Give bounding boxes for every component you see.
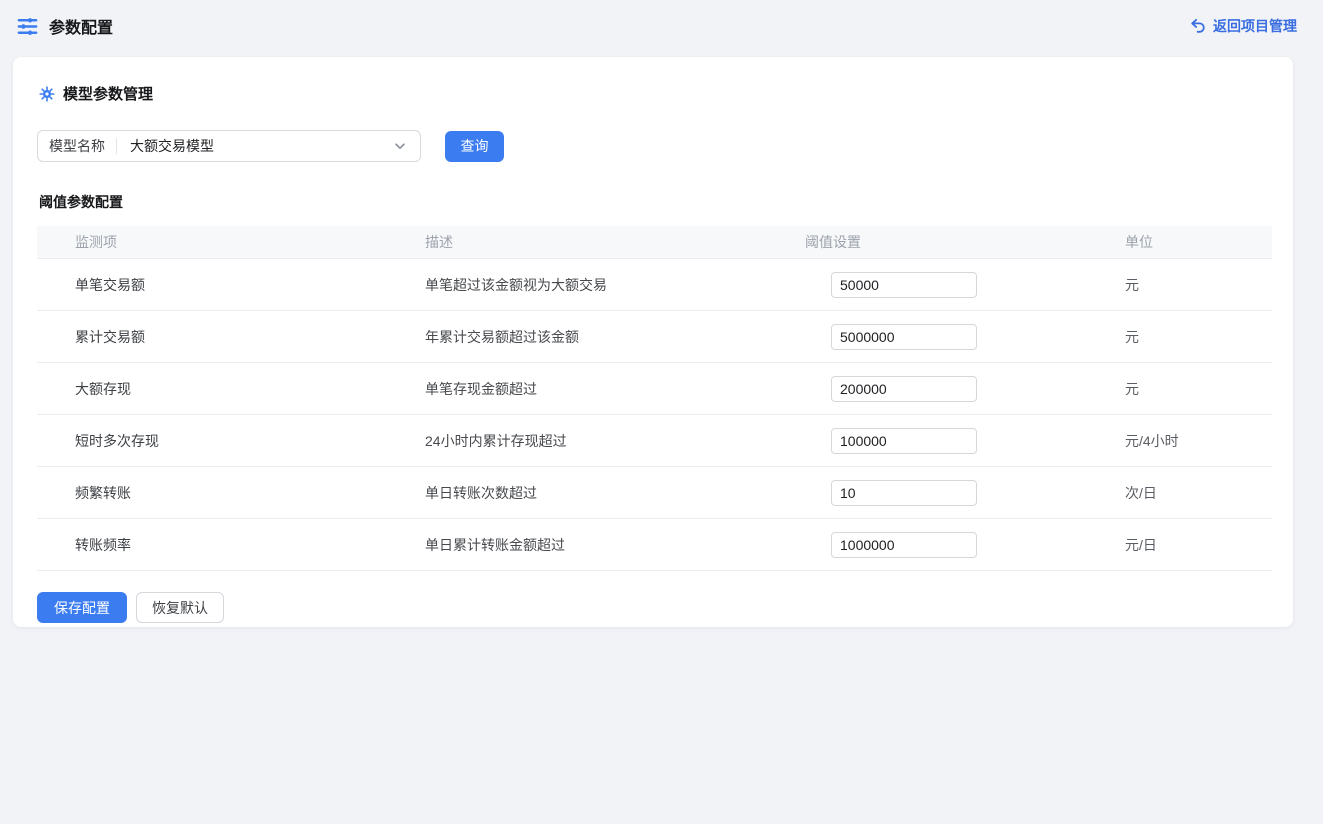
threshold-input[interactable] xyxy=(831,324,977,350)
table-row: 单笔交易额 单笔超过该金额视为大额交易 元 xyxy=(37,259,1272,311)
table-row: 大额存现 单笔存现金额超过 元 xyxy=(37,363,1272,415)
row-item: 频繁转账 xyxy=(75,483,425,503)
row-unit: 次/日 xyxy=(1125,483,1272,503)
restore-defaults-button[interactable]: 恢复默认 xyxy=(136,592,224,623)
row-item: 累计交易额 xyxy=(75,327,425,347)
row-desc: 单笔存现金额超过 xyxy=(425,379,805,399)
row-unit: 元 xyxy=(1125,275,1272,295)
row-item: 转账频率 xyxy=(75,535,425,555)
section-title: 模型参数管理 xyxy=(63,83,153,104)
column-header-unit: 单位 xyxy=(1125,232,1272,252)
table-header-row: 监测项 描述 阈值设置 单位 xyxy=(37,226,1272,259)
model-name-select[interactable]: 模型名称 大额交易模型 xyxy=(37,130,421,162)
column-header-desc: 描述 xyxy=(425,232,805,252)
chevron-down-icon xyxy=(393,139,407,153)
table-body: 单笔交易额 单笔超过该金额视为大额交易 元 累计交易额 年累计交易额超过该金额 … xyxy=(37,259,1272,571)
top-bar: 参数配置 返回项目管理 xyxy=(0,0,1323,52)
sliders-icon xyxy=(16,15,39,38)
column-header-item: 监测项 xyxy=(75,232,425,252)
back-to-projects-link[interactable]: 返回项目管理 xyxy=(1190,16,1297,36)
row-item: 大额存现 xyxy=(75,379,425,399)
column-header-threshold: 阈值设置 xyxy=(805,232,1125,252)
row-desc: 单笔超过该金额视为大额交易 xyxy=(425,275,805,295)
threshold-table: 监测项 描述 阈值设置 单位 单笔交易额 单笔超过该金额视为大额交易 元 累计交… xyxy=(37,226,1272,571)
row-unit: 元 xyxy=(1125,379,1272,399)
row-desc: 年累计交易额超过该金额 xyxy=(425,327,805,347)
threshold-input[interactable] xyxy=(831,376,977,402)
row-desc: 24小时内累计存现超过 xyxy=(425,431,805,451)
threshold-input[interactable] xyxy=(831,480,977,506)
model-name-value: 大额交易模型 xyxy=(117,136,393,156)
page-title: 参数配置 xyxy=(49,14,113,38)
row-item: 短时多次存现 xyxy=(75,431,425,451)
filter-row: 模型名称 大额交易模型 查询 xyxy=(37,130,1269,162)
back-link-label: 返回项目管理 xyxy=(1213,16,1297,36)
threshold-input[interactable] xyxy=(831,532,977,558)
row-unit: 元 xyxy=(1125,327,1272,347)
row-desc: 单日转账次数超过 xyxy=(425,483,805,503)
return-arrow-icon xyxy=(1190,18,1206,34)
query-button[interactable]: 查询 xyxy=(445,131,504,162)
threshold-input[interactable] xyxy=(831,272,977,298)
table-row: 累计交易额 年累计交易额超过该金额 元 xyxy=(37,311,1272,363)
threshold-input[interactable] xyxy=(831,428,977,454)
save-config-button[interactable]: 保存配置 xyxy=(37,592,127,623)
actions-row: 保存配置 恢复默认 xyxy=(37,592,1269,623)
row-unit: 元/日 xyxy=(1125,535,1272,555)
row-item: 单笔交易额 xyxy=(75,275,425,295)
row-unit: 元/4小时 xyxy=(1125,431,1272,451)
table-row: 短时多次存现 24小时内累计存现超过 元/4小时 xyxy=(37,415,1272,467)
gear-icon xyxy=(39,86,55,102)
model-name-label: 模型名称 xyxy=(38,136,116,156)
threshold-table-title: 阈值参数配置 xyxy=(39,192,1269,212)
model-params-card: 模型参数管理 模型名称 大额交易模型 查询 阈值参数配置 监测项 描述 阈值设置… xyxy=(13,57,1293,627)
table-row: 频繁转账 单日转账次数超过 次/日 xyxy=(37,467,1272,519)
table-row: 转账频率 单日累计转账金额超过 元/日 xyxy=(37,519,1272,571)
row-desc: 单日累计转账金额超过 xyxy=(425,535,805,555)
